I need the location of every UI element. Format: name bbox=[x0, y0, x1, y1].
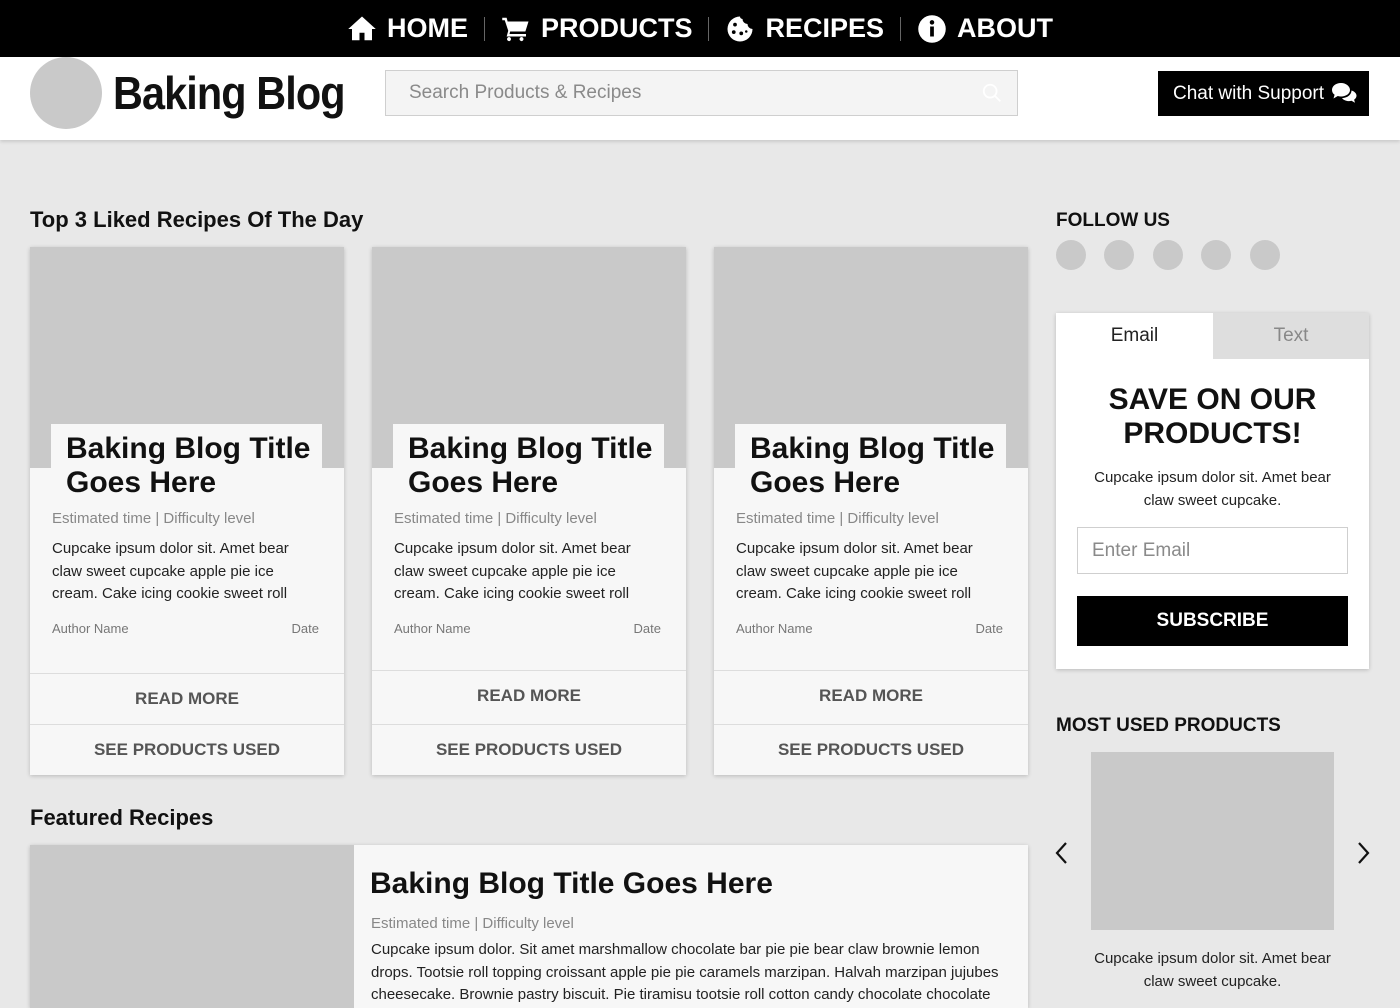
read-more-button[interactable]: READ MORE bbox=[372, 670, 686, 721]
nav-item-products[interactable]: PRODUCTS bbox=[501, 13, 693, 44]
nav-item-recipes[interactable]: RECIPES bbox=[725, 13, 884, 44]
featured-image[interactable] bbox=[30, 845, 354, 1008]
recipe-card: Baking Blog Title Goes Here Estimated ti… bbox=[714, 247, 1028, 775]
tab-text[interactable]: Text bbox=[1213, 313, 1369, 359]
subscribe-desc: Cupcake ipsum dolor sit. Amet bear claw … bbox=[1094, 469, 1331, 509]
read-more-button[interactable]: READ MORE bbox=[714, 670, 1028, 721]
site-header: Baking Blog Chat with Support bbox=[0, 57, 1400, 140]
search-icon[interactable] bbox=[981, 82, 1003, 104]
social-icon[interactable] bbox=[1056, 240, 1086, 270]
cart-icon bbox=[502, 17, 529, 41]
product-desc: Cupcake ipsum dolor sit. Amet bear claw … bbox=[1094, 950, 1331, 990]
chat-label: Chat with Support bbox=[1173, 82, 1325, 104]
recipe-desc: Cupcake ipsum dolor sit. Amet bear claw … bbox=[736, 540, 973, 602]
nav-item-home[interactable]: HOME bbox=[347, 13, 468, 44]
chevron-right-icon[interactable] bbox=[1353, 840, 1373, 866]
recipe-desc: Cupcake ipsum dolor sit. Amet bear claw … bbox=[52, 540, 289, 602]
subscribe-box: Email Text SAVE ON OUR PRODUCTS! Cupcake… bbox=[1056, 313, 1369, 669]
chevron-left-icon[interactable] bbox=[1052, 840, 1072, 866]
recipe-title[interactable]: Baking Blog Title Goes Here bbox=[408, 432, 664, 500]
recipe-title-box: Baking Blog Title Goes Here bbox=[393, 424, 664, 500]
see-products-button[interactable]: SEE PRODUCTS USED bbox=[714, 724, 1028, 775]
nav-divider bbox=[483, 16, 485, 41]
recipe-author: Author Name bbox=[736, 621, 813, 636]
subscribe-title: SAVE ON OUR PRODUCTS! bbox=[1108, 383, 1317, 450]
nav-label: HOME bbox=[386, 13, 468, 43]
recipe-meta: Estimated time | Difficulty level bbox=[394, 510, 597, 527]
recipe-card: Baking Blog Title Goes Here Estimated ti… bbox=[30, 247, 344, 775]
social-icon[interactable] bbox=[1153, 240, 1183, 270]
recipe-date: Date bbox=[291, 621, 319, 636]
nav-label: ABOUT bbox=[957, 13, 1054, 43]
logo[interactable] bbox=[30, 57, 102, 129]
featured-recipe: Baking Blog Title Goes Here Estimated ti… bbox=[30, 845, 1028, 1008]
nav-label: RECIPES bbox=[765, 13, 885, 43]
cookie-icon bbox=[727, 16, 753, 41]
chat-support-button[interactable]: Chat with Support bbox=[1158, 71, 1369, 116]
recipe-title-box: Baking Blog Title Goes Here bbox=[735, 424, 1006, 500]
tab-email[interactable]: Email bbox=[1056, 313, 1213, 359]
nav-item-about[interactable]: ABOUT bbox=[917, 13, 1053, 44]
nav-divider bbox=[708, 16, 710, 41]
social-icon[interactable] bbox=[1250, 240, 1280, 270]
top-nav: HOME PRODUCTS RECIPES ABOUT bbox=[0, 0, 1400, 57]
social-icon[interactable] bbox=[1104, 240, 1134, 270]
most-used-heading: MOST USED PRODUCTS bbox=[1056, 715, 1281, 736]
chat-bubbles-icon bbox=[1332, 83, 1357, 103]
recipe-title-box: Baking Blog Title Goes Here bbox=[51, 424, 322, 500]
recipe-title[interactable]: Baking Blog Title Goes Here bbox=[66, 432, 322, 500]
read-more-button[interactable]: READ MORE bbox=[30, 673, 344, 724]
recipe-desc: Cupcake ipsum dolor sit. Amet bear claw … bbox=[394, 540, 631, 602]
featured-desc: Cupcake ipsum dolor. Sit amet marshmallo… bbox=[371, 941, 999, 1003]
social-icon[interactable] bbox=[1201, 240, 1231, 270]
nav-label: PRODUCTS bbox=[540, 13, 693, 43]
recipe-meta: Estimated time | Difficulty level bbox=[736, 510, 939, 527]
subscribe-button[interactable]: SUBSCRIBE bbox=[1077, 596, 1348, 646]
recipe-card: Baking Blog Title Goes Here Estimated ti… bbox=[372, 247, 686, 775]
recipe-meta: Estimated time | Difficulty level bbox=[52, 510, 255, 527]
featured-title[interactable]: Baking Blog Title Goes Here bbox=[370, 867, 773, 901]
follow-us-heading: FOLLOW US bbox=[1056, 210, 1170, 231]
home-icon bbox=[348, 16, 376, 40]
featured-heading: Featured Recipes bbox=[30, 805, 214, 830]
email-field[interactable] bbox=[1077, 527, 1348, 574]
product-image[interactable] bbox=[1091, 752, 1334, 930]
recipe-date: Date bbox=[975, 621, 1003, 636]
brand-name: Baking Blog bbox=[113, 67, 346, 119]
featured-meta: Estimated time | Difficulty level bbox=[371, 915, 574, 932]
recipe-author: Author Name bbox=[394, 621, 471, 636]
nav-divider bbox=[900, 16, 902, 41]
see-products-button[interactable]: SEE PRODUCTS USED bbox=[372, 724, 686, 775]
recipe-title[interactable]: Baking Blog Title Goes Here bbox=[750, 432, 1006, 500]
info-icon bbox=[918, 14, 946, 43]
top-recipes-heading: Top 3 Liked Recipes Of The Day bbox=[30, 207, 364, 232]
search-box bbox=[385, 70, 1018, 116]
see-products-button[interactable]: SEE PRODUCTS USED bbox=[30, 724, 344, 775]
search-input[interactable] bbox=[386, 71, 1017, 115]
recipe-date: Date bbox=[633, 621, 661, 636]
recipe-author: Author Name bbox=[52, 621, 129, 636]
